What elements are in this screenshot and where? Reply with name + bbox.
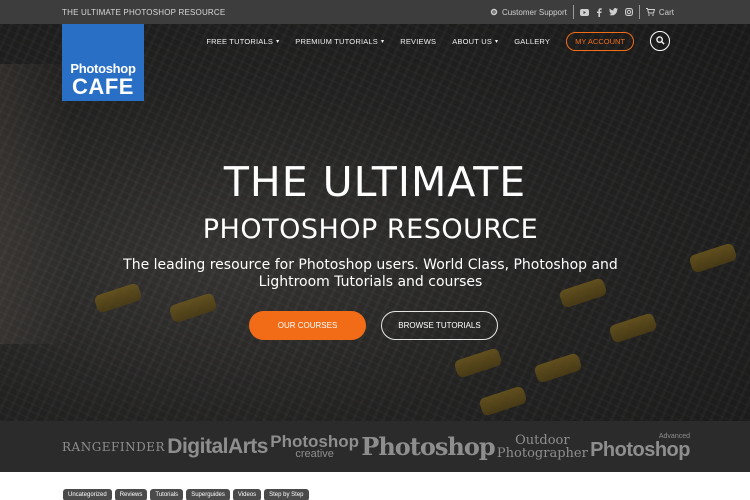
logo-text: Photographer xyxy=(496,445,588,461)
hero-description-line1: The leading resource for Photoshop users… xyxy=(123,257,618,273)
facebook-icon[interactable] xyxy=(596,7,602,17)
nav-gallery[interactable]: GALLERY xyxy=(514,37,550,46)
nav-label: ABOUT US xyxy=(452,36,493,46)
site-tagline: THE ULTIMATE PHOTOSHOP RESOURCE xyxy=(62,7,226,17)
tag-step-by-step[interactable]: Step by Step xyxy=(264,489,309,500)
main-nav: FREE TUTORIALS ▾ PREMIUM TUTORIALS ▾ REV… xyxy=(206,30,670,52)
tag-uncategorized[interactable]: Uncategorized xyxy=(63,489,112,500)
customer-support-label: Customer Support xyxy=(501,7,567,17)
nav-label: PREMIUM TUTORIALS xyxy=(295,36,378,46)
search-button[interactable] xyxy=(650,31,670,51)
tag-videos[interactable]: Videos xyxy=(232,489,262,500)
digitalarts-logo: DigitalArts xyxy=(167,435,268,458)
topbar-actions: Customer Support Cart xyxy=(490,5,674,19)
nav-premium-tutorials[interactable]: PREMIUM TUTORIALS ▾ xyxy=(295,37,384,46)
instagram-icon[interactable] xyxy=(624,8,633,16)
category-tags: Uncategorized Reviews Tutorials Supergui… xyxy=(63,489,309,500)
tag-tutorials[interactable]: Tutorials xyxy=(150,489,184,500)
customer-support-link[interactable]: Customer Support xyxy=(490,8,567,17)
photoshop-creative-logo: Photoshop creative xyxy=(270,433,359,460)
cart-label: Cart xyxy=(658,7,674,17)
nav-free-tutorials[interactable]: FREE TUTORIALS ▾ xyxy=(206,37,279,46)
outdoor-photographer-logo: Outdoor Photographer xyxy=(497,434,588,460)
my-account-button[interactable]: MY ACCOUNT xyxy=(566,31,634,51)
tag-superguides[interactable]: Superguides xyxy=(186,489,230,500)
cart-link[interactable]: Cart xyxy=(645,7,674,17)
browse-tutorials-button[interactable]: BROWSE TUTORIALS xyxy=(381,311,498,340)
hero-description: The leading resource for Photoshop users… xyxy=(0,257,741,291)
photoshop-magazine-logo: Photoshop xyxy=(361,431,495,461)
logo-line2: CAFE xyxy=(72,74,134,99)
nav-about-us[interactable]: ABOUT US ▾ xyxy=(452,37,498,46)
youtube-icon[interactable] xyxy=(579,8,589,16)
hero-title: THE ULTIMATE xyxy=(223,158,527,206)
caret-down-icon: ▾ xyxy=(276,38,280,45)
hero-subtitle: PHOTOSHOP RESOURCE xyxy=(202,214,539,245)
advanced-photoshop-logo: Advanced Photoshop xyxy=(590,433,690,460)
cart-icon xyxy=(645,8,655,16)
caret-down-icon: ▾ xyxy=(495,38,499,45)
hero-section: Photoshop CAFE FREE TUTORIALS ▾ PREMIUM … xyxy=(0,24,750,421)
divider xyxy=(572,5,574,19)
partner-logos: RANGEFINDER DigitalArts Photoshop creati… xyxy=(0,421,750,472)
logo-text: Photoshop xyxy=(590,439,690,461)
twitter-icon[interactable] xyxy=(608,8,618,16)
nav-label: FREE TUTORIALS xyxy=(206,36,274,46)
divider xyxy=(638,5,640,19)
search-icon xyxy=(655,32,665,50)
caret-down-icon: ▾ xyxy=(381,38,385,45)
tag-reviews[interactable]: Reviews xyxy=(114,489,148,500)
rangefinder-logo: RANGEFINDER xyxy=(62,439,166,454)
nav-label: REVIEWS xyxy=(400,36,437,46)
hero-description-line2: Lightroom Tutorials and courses xyxy=(258,274,483,290)
our-courses-button[interactable]: OUR COURSES xyxy=(249,311,366,340)
gear-icon xyxy=(490,8,498,16)
social-links xyxy=(579,7,633,17)
site-logo[interactable]: Photoshop CAFE xyxy=(62,24,144,101)
top-bar: THE ULTIMATE PHOTOSHOP RESOURCE Customer… xyxy=(0,0,750,24)
nav-label: GALLERY xyxy=(514,36,551,46)
logo-text: Outdoor xyxy=(515,432,570,448)
nav-reviews[interactable]: REVIEWS xyxy=(400,37,436,46)
